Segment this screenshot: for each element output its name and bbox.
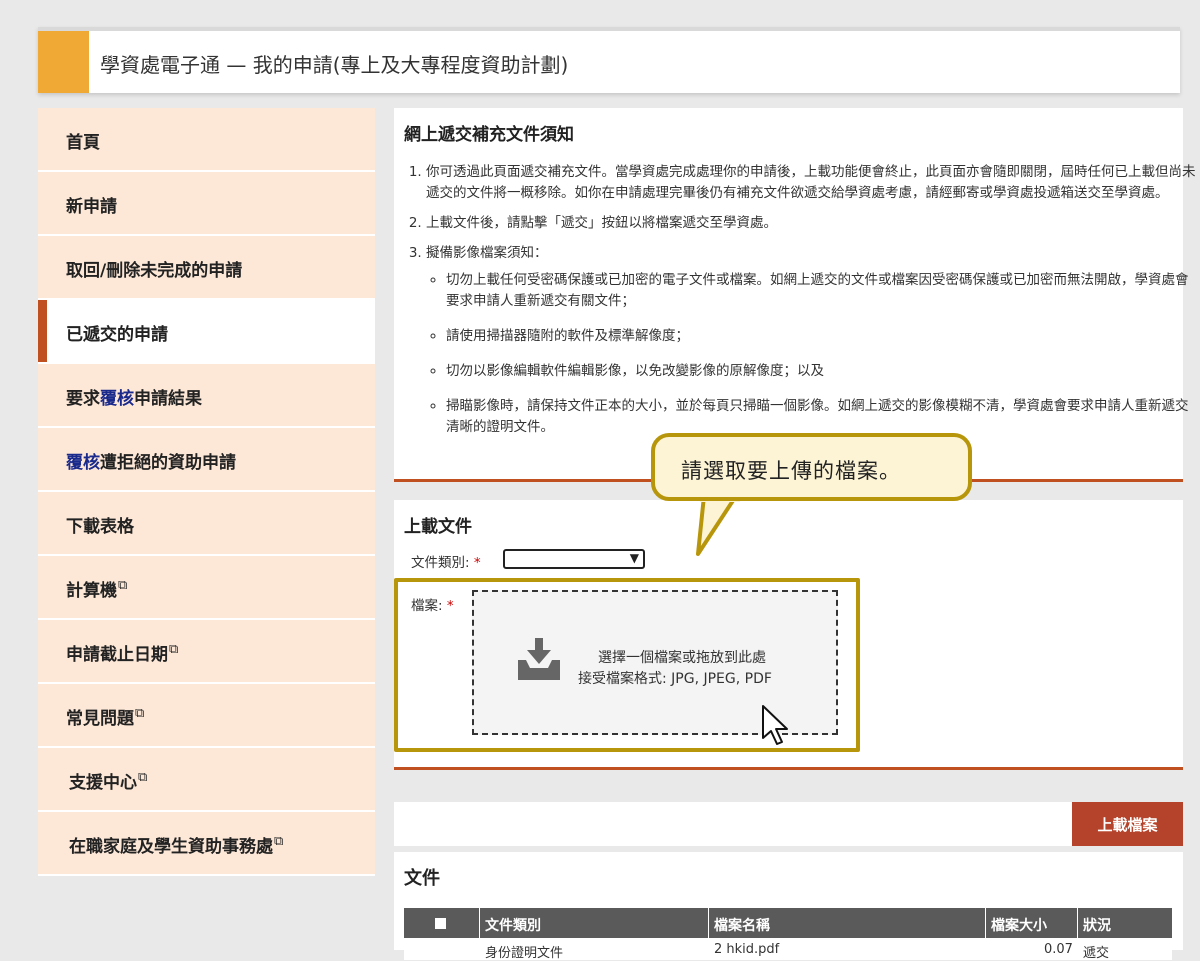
sidebar-item-label: 已遞交的申請 <box>66 325 168 345</box>
external-link-icon: ⧉ <box>118 578 128 594</box>
label-part: 要求 <box>66 389 100 409</box>
sidebar-item-calculator[interactable]: 計算機⧉ <box>38 556 375 620</box>
sidebar-item-review-rejected[interactable]: 覆核遭拒絕的資助申請 <box>38 428 375 492</box>
dropzone-instruction: 選擇一個檔案或拖放到此處 <box>598 650 766 666</box>
column-header[interactable]: 檔案名稱 <box>714 915 770 935</box>
label-text: 計算機 <box>66 581 117 601</box>
sidebar-item-download-forms[interactable]: 下載表格 <box>38 492 375 556</box>
label-highlight: 覆核 <box>100 389 134 409</box>
notice-sublist: 切勿上載任何受密碼保護或已加密的電子文件或檔案。如網上遞交的文件或檔案因受密碼保… <box>426 270 1196 438</box>
file-label: 檔案: * <box>411 594 454 614</box>
notice-title: 網上遞交補充文件須知 <box>404 125 574 145</box>
app-header: 學資處電子通 — 我的申請(專上及大專程度資助計劃) <box>38 27 1180 93</box>
external-link-icon: ⧉ <box>274 834 284 850</box>
table-header: 文件類別 檔案名稱 檔案大小 狀況 <box>404 908 1172 938</box>
sidebar-item-label: 常見問題⧉ <box>66 704 144 729</box>
label-part: 申請結果 <box>134 389 202 409</box>
external-link-icon: ⧉ <box>138 770 148 786</box>
file-label-text: 檔案: <box>411 598 443 614</box>
label-text: 申請截止日期 <box>66 645 168 665</box>
category-label: 文件類別: * <box>411 551 481 571</box>
documents-panel: 文件 文件類別 檔案名稱 檔案大小 狀況 身份證明文件 2 hkid.pdf 0… <box>394 852 1183 961</box>
sidebar-item-new-application[interactable]: 新申請 <box>38 172 375 236</box>
notice-item-text: 擬備影像檔案須知： <box>426 245 548 261</box>
table-row: 身份證明文件 2 hkid.pdf 0.07 遞交 <box>404 938 1172 961</box>
column-header[interactable]: 檔案大小 <box>991 915 1047 935</box>
chevron-down-icon: ▼ <box>629 551 639 565</box>
notice-panel: 網上遞交補充文件須知 你可透過此頁面遞交補充文件。當學資處完成處理你的申請後，上… <box>394 108 1196 482</box>
sidebar-item-label: 在職家庭及學生資助事務處⧉ <box>69 832 283 857</box>
upload-file-button[interactable]: 上載檔案 <box>1072 802 1183 846</box>
notice-item: 你可透過此頁面遞交補充文件。當學資處完成處理你的申請後，上載功能便會終止，此頁面… <box>426 162 1196 204</box>
sidebar-item-label: 要求覆核申請結果 <box>66 384 202 409</box>
callout-text: 請選取要上傳的檔案。 <box>681 459 901 483</box>
label-highlight: 覆核 <box>66 453 100 473</box>
sidebar-item-label: 申請截止日期⧉ <box>66 640 178 665</box>
category-select[interactable]: ▼ <box>503 549 645 569</box>
mouse-cursor-icon <box>762 705 788 745</box>
sidebar-item-home[interactable]: 首頁 <box>38 108 375 172</box>
notice-item: 擬備影像檔案須知： 切勿上載任何受密碼保護或已加密的電子文件或檔案。如網上遞交的… <box>426 243 1196 438</box>
sidebar-item-submitted[interactable]: 已遞交的申請 <box>38 300 375 364</box>
sidebar-item-request-review[interactable]: 要求覆核申請結果 <box>38 364 375 428</box>
documents-table: 文件類別 檔案名稱 檔案大小 狀況 身份證明文件 2 hkid.pdf 0.07… <box>404 908 1172 961</box>
sidebar-item-label: 支援中心⧉ <box>69 768 147 793</box>
cell-category: 身份證明文件 <box>485 946 564 961</box>
label-text: 在職家庭及學生資助事務處 <box>69 837 273 857</box>
selected-file-bar: 上載檔案 <box>394 802 1183 846</box>
notice-subitem: 切勿上載任何受密碼保護或已加密的電子文件或檔案。如網上遞交的文件或檔案因受密碼保… <box>446 270 1196 312</box>
documents-title: 文件 <box>404 868 440 889</box>
sidebar-item-support-centre[interactable]: 支援中心⧉ <box>38 748 375 812</box>
select-all-checkbox[interactable] <box>435 917 446 933</box>
sidebar-nav: 首頁 新申請 取回/刪除未完成的申請 已遞交的申請 要求覆核申請結果 覆核遭拒絕… <box>38 108 375 876</box>
dropzone-formats: 接受檔案格式: JPG, JPEG, PDF <box>578 671 772 687</box>
upload-title: 上載文件 <box>404 517 472 537</box>
label-text: 常見問題 <box>66 709 134 729</box>
sidebar-item-faq[interactable]: 常見問題⧉ <box>38 684 375 748</box>
sidebar-item-label: 計算機⧉ <box>66 576 127 601</box>
column-header[interactable]: 文件類別 <box>485 915 541 935</box>
required-mark: * <box>446 598 454 614</box>
sidebar-item-label: 覆核遭拒絕的資助申請 <box>66 448 236 473</box>
sidebar-item-label: 新申請 <box>66 197 117 217</box>
sidebar-item-wfsfaa[interactable]: 在職家庭及學生資助事務處⧉ <box>38 812 375 876</box>
page-title: 學資處電子通 — 我的申請(專上及大專程度資助計劃) <box>100 53 569 77</box>
callout-bubble: 請選取要上傳的檔案。 <box>651 433 972 501</box>
sidebar-item-retrieve-delete[interactable]: 取回/刪除未完成的申請 <box>38 236 375 300</box>
external-link-icon: ⧉ <box>135 706 145 722</box>
header-accent <box>38 31 89 93</box>
notice-item: 上載文件後，請點擊「遞交」按鈕以將檔案遞交至學資處。 <box>426 213 1196 234</box>
notice-list: 你可透過此頁面遞交補充文件。當學資處完成處理你的申請後，上載功能便會終止，此頁面… <box>404 162 1196 452</box>
label-text: 支援中心 <box>69 773 137 793</box>
cell-status: 遞交 <box>1083 946 1110 961</box>
external-link-icon: ⧉ <box>169 642 179 658</box>
column-header[interactable]: 狀況 <box>1083 915 1111 935</box>
category-label-text: 文件類別: <box>411 555 470 571</box>
sidebar-item-label: 首頁 <box>66 133 100 153</box>
required-mark: * <box>473 555 481 571</box>
sidebar-item-label: 取回/刪除未完成的申請 <box>66 261 243 281</box>
sidebar-item-label: 下載表格 <box>66 517 134 537</box>
label-part: 遭拒絕的資助申請 <box>100 453 236 473</box>
sidebar-item-deadlines[interactable]: 申請截止日期⧉ <box>38 620 375 684</box>
notice-subitem: 掃瞄影像時，請保持文件正本的大小，並於每頁只掃瞄一個影像。如網上遞交的影像模糊不… <box>446 396 1196 438</box>
callout-tail <box>696 496 740 556</box>
notice-subitem: 切勿以影像編輯軟件編輯影像，以免改變影像的原解像度；以及 <box>446 361 1196 382</box>
notice-subitem: 請使用掃描器隨附的軟件及標準解像度； <box>446 326 1196 347</box>
download-tray-icon <box>518 638 560 680</box>
